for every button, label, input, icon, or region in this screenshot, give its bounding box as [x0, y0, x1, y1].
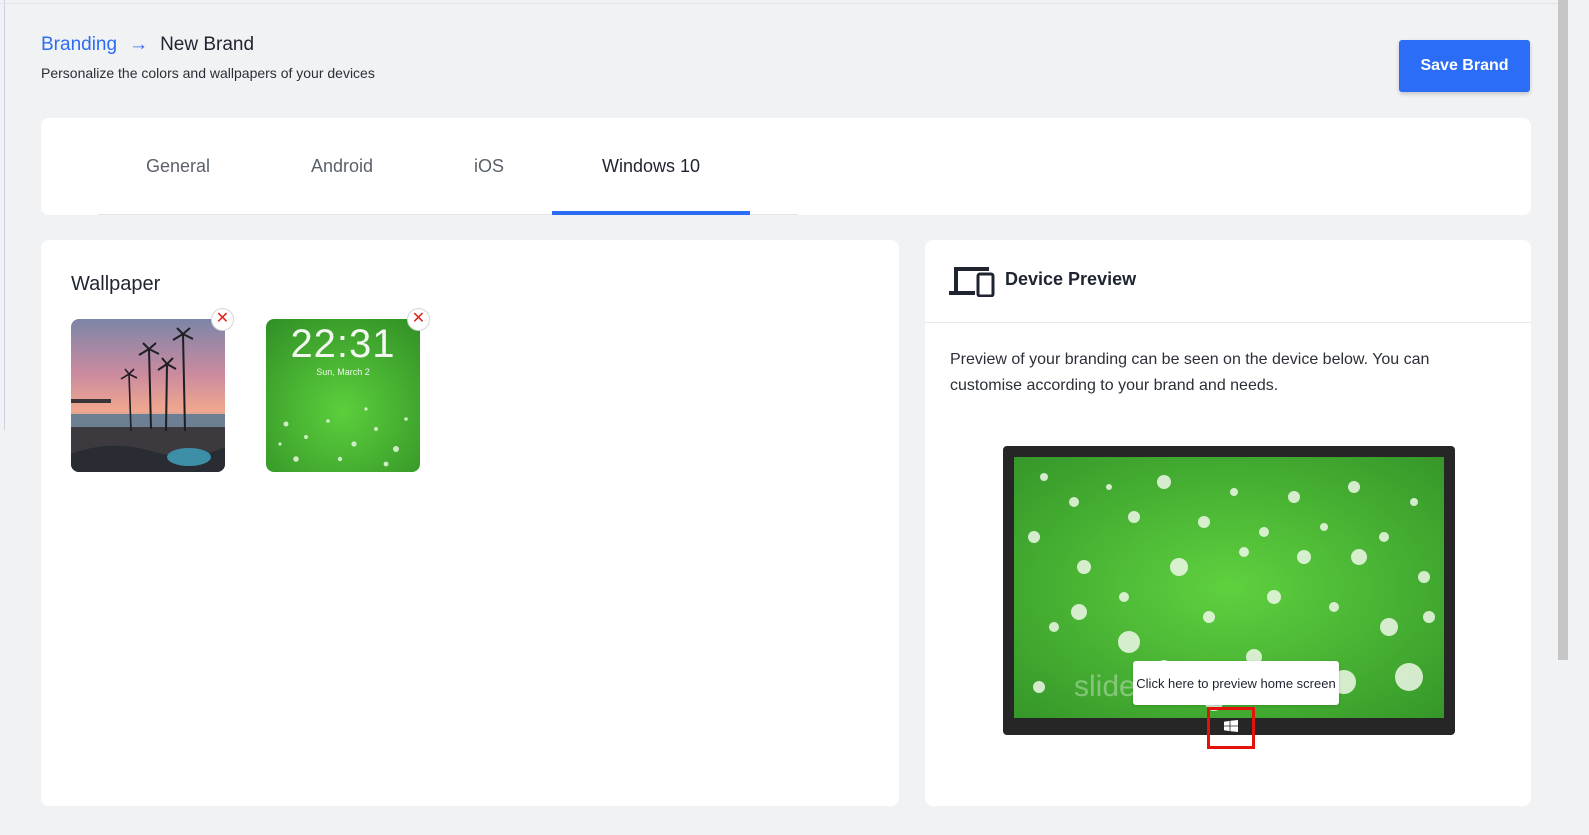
page-subtitle: Personalize the colors and wallpapers of…: [41, 65, 375, 81]
left-edge-line: [4, 0, 5, 430]
wallpaper-card: Wallpaper ✕ 22:31 Sun, March 2 ✕: [41, 240, 899, 806]
page-header: Branding → New Brand Personalize the col…: [41, 34, 375, 81]
branding-page: Branding → New Brand Personalize the col…: [0, 0, 1589, 835]
devices-icon: [949, 264, 995, 302]
remove-wallpaper-1-close-icon[interactable]: ✕: [211, 308, 234, 331]
wallpaper-thumbnail-green[interactable]: 22:31 Sun, March 2: [266, 319, 420, 472]
tab-windows-10[interactable]: Windows 10: [552, 118, 750, 215]
device-preview-description: Preview of your branding can be seen on …: [950, 351, 1430, 394]
scrollbar-thumb[interactable]: [1558, 0, 1568, 660]
breadcrumb-branding-link[interactable]: Branding: [41, 34, 117, 56]
device-preview-header: Device Preview: [925, 240, 1531, 323]
wallpaper-title: Wallpaper: [71, 273, 161, 295]
remove-wallpaper-2-close-icon[interactable]: ✕: [407, 308, 430, 331]
arrow-right-icon: →: [129, 34, 149, 55]
windows-home-button[interactable]: [1207, 707, 1255, 749]
windows-logo-icon: [1224, 719, 1238, 737]
lock-screen-time: 22:31: [290, 322, 396, 366]
platform-tabs: General Android iOS Windows 10: [41, 118, 1531, 215]
tab-ios[interactable]: iOS: [409, 118, 569, 215]
device-preview-title: Device Preview: [1005, 269, 1137, 289]
tab-android[interactable]: Android: [262, 118, 422, 215]
wallpaper-thumbnail-beach[interactable]: [71, 319, 225, 472]
page-title: New Brand: [160, 34, 255, 55]
device-preview-card: Device Preview Preview of your branding …: [925, 240, 1531, 806]
tab-general[interactable]: General: [98, 118, 258, 215]
lock-screen-date: Sun, March 2: [316, 367, 370, 377]
preview-home-tooltip: Click here to preview home screen: [1133, 661, 1339, 705]
save-brand-button[interactable]: Save Brand: [1399, 40, 1530, 92]
active-tab-indicator: [552, 211, 750, 215]
top-edge-line: [0, 3, 1568, 4]
beach-sunset-image: [71, 319, 225, 472]
breadcrumb: Branding → New Brand: [41, 34, 375, 56]
lock-screen-slide-text: slide: [1074, 670, 1136, 703]
